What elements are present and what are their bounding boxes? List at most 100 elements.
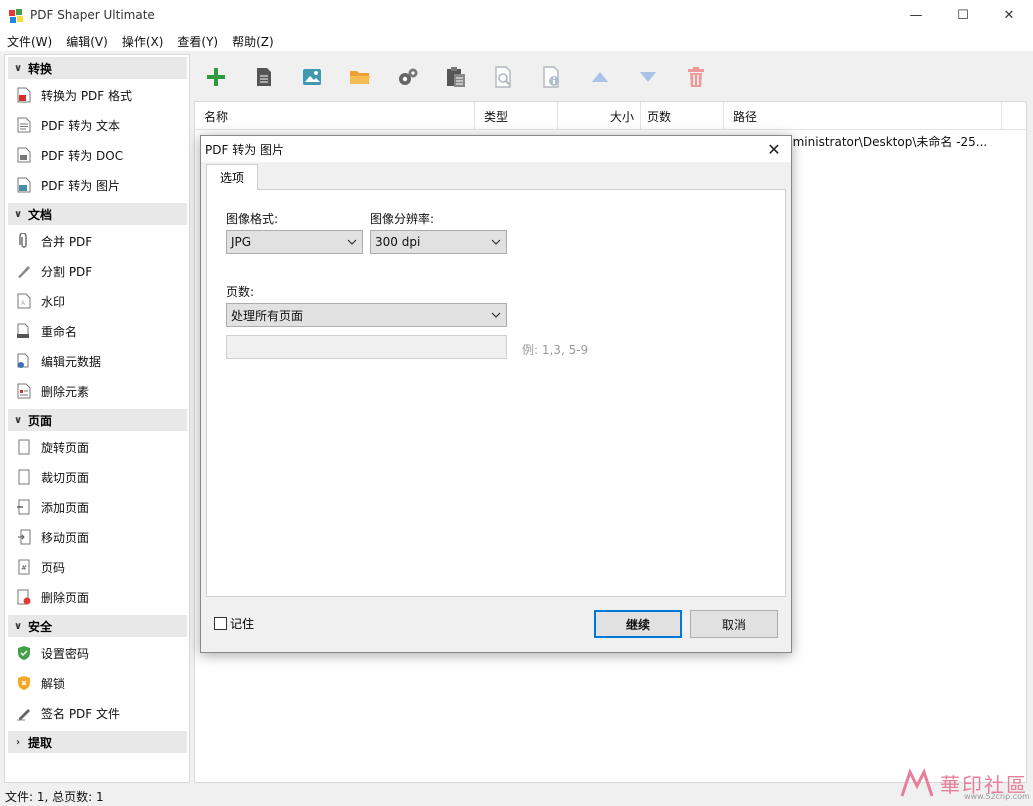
- section-document-header[interactable]: ∨ 文档: [8, 203, 187, 225]
- chevron-down-icon: [491, 239, 501, 245]
- image-button[interactable]: [299, 64, 325, 90]
- page-range-hint: 例: 1,3, 5-9: [522, 343, 589, 357]
- app-logo-icon: [9, 9, 23, 23]
- folder-icon: [350, 71, 370, 84]
- window-title: PDF Shaper Ultimate: [30, 8, 155, 22]
- sidebar-item-label: 编辑元数据: [41, 354, 102, 369]
- crop-page-icon: [15, 468, 33, 486]
- chevron-down-icon: ∨: [13, 620, 23, 632]
- section-extract-header[interactable]: › 提取: [8, 731, 187, 753]
- pages-select[interactable]: 处理所有页面: [226, 303, 507, 327]
- status-text: 文件: 1, 总页数: 1: [5, 790, 104, 804]
- close-button[interactable]: ✕: [986, 0, 1032, 31]
- delete-button[interactable]: [683, 64, 709, 90]
- sidebar-item-delete-elements[interactable]: 删除元素: [15, 379, 89, 403]
- sidebar-item-page-numbers[interactable]: # 页码: [15, 555, 65, 579]
- sidebar-item-split-pdf[interactable]: 分割 PDF: [15, 259, 92, 283]
- sidebar-item-label: 合并 PDF: [41, 234, 93, 249]
- sidebar-item-crop-pages[interactable]: 裁切页面: [15, 465, 89, 489]
- dialog-title-bar: PDF 转为 图片 ✕: [201, 136, 791, 162]
- maximize-button[interactable]: ☐: [940, 0, 986, 31]
- sidebar-item-label: 删除页面: [41, 590, 90, 605]
- rotate-page-icon: [15, 438, 33, 456]
- preview-icon: [495, 66, 511, 88]
- minimize-icon: —: [909, 8, 923, 23]
- sidebar-item-edit-metadata[interactable]: 编辑元数据: [15, 349, 101, 373]
- sidebar-item-rotate-pages[interactable]: 旋转页面: [15, 435, 89, 459]
- image-file-icon: [15, 176, 33, 194]
- section-security-header[interactable]: ∨ 安全: [8, 615, 187, 637]
- settings-button[interactable]: [395, 64, 421, 90]
- move-up-button[interactable]: [587, 64, 613, 90]
- sidebar-item-watermark[interactable]: A 水印: [15, 289, 65, 313]
- menu-view[interactable]: 查看(Y): [170, 31, 225, 51]
- dialog-close-button[interactable]: ✕: [763, 138, 785, 160]
- section-convert-header[interactable]: ∨ 转换: [8, 57, 187, 79]
- tab-options[interactable]: 选项: [206, 164, 258, 190]
- sidebar-item-pdf-to-doc[interactable]: PDF 转为 DOC: [15, 143, 123, 167]
- document-icon: [257, 68, 271, 86]
- section-label: 文档: [28, 207, 53, 222]
- delete-page-icon: [15, 588, 33, 606]
- sidebar-item-label: 裁切页面: [41, 470, 90, 485]
- move-down-icon: [640, 72, 656, 82]
- remember-checkbox[interactable]: 记住: [214, 615, 254, 632]
- sidebar-item-add-pages[interactable]: 添加页面: [15, 495, 89, 519]
- menu-edit[interactable]: 编辑(V): [59, 31, 115, 51]
- close-icon: ✕: [767, 139, 781, 159]
- column-header-path[interactable]: 路径: [724, 102, 1002, 130]
- move-down-button[interactable]: [635, 64, 661, 90]
- document-button[interactable]: [251, 64, 277, 90]
- sidebar-item-label: 移动页面: [41, 530, 90, 545]
- sidebar-item-pdf-to-image[interactable]: PDF 转为 图片: [15, 173, 120, 197]
- menu-file[interactable]: 文件(W): [0, 31, 59, 51]
- continue-button[interactable]: 继续: [594, 610, 682, 638]
- sidebar-item-label: 添加页面: [41, 500, 90, 515]
- chevron-down-icon: ∨: [13, 208, 23, 220]
- sidebar-item-convert-to-pdf[interactable]: 转换为 PDF 格式: [15, 83, 132, 107]
- page-range-input[interactable]: [226, 335, 507, 359]
- move-page-icon: [15, 528, 33, 546]
- image-format-value: JPG: [231, 235, 252, 249]
- sidebar-item-merge-pdf[interactable]: 合并 PDF: [15, 229, 92, 253]
- status-bar: 文件: 1, 总页数: 1: [0, 785, 1033, 806]
- minimize-button[interactable]: —: [893, 0, 939, 31]
- sidebar-item-set-password[interactable]: 设置密码: [15, 641, 89, 665]
- sidebar-item-pdf-to-text[interactable]: PDF 转为 文本: [15, 113, 120, 137]
- section-label: 页面: [28, 413, 53, 428]
- toolbar: [194, 58, 714, 96]
- sidebar-item-delete-pages[interactable]: 删除页面: [15, 585, 89, 609]
- sidebar-item-move-pages[interactable]: 移动页面: [15, 525, 89, 549]
- column-header-pages[interactable]: 页数: [641, 102, 724, 130]
- dialog-title: PDF 转为 图片: [205, 143, 285, 157]
- menu-help[interactable]: 帮助(Z): [225, 31, 281, 51]
- column-header-size[interactable]: 大小: [558, 102, 641, 130]
- cancel-button[interactable]: 取消: [690, 610, 778, 638]
- menu-action[interactable]: 操作(X): [115, 31, 171, 51]
- sidebar-item-unlock[interactable]: 解锁: [15, 671, 65, 695]
- image-resolution-value: 300 dpi: [375, 235, 421, 249]
- sidebar: ∨ 转换 转换为 PDF 格式 PDF 转为 文本 PDF 转为 DOC PDF…: [4, 54, 190, 783]
- delete-elements-icon: [15, 382, 33, 400]
- preview-button[interactable]: [491, 64, 517, 90]
- sidebar-item-label: 水印: [41, 294, 66, 309]
- open-folder-button[interactable]: [347, 64, 373, 90]
- add-button[interactable]: [203, 64, 229, 90]
- chevron-down-icon: ∨: [13, 414, 23, 426]
- sidebar-item-rename[interactable]: 重命名: [15, 319, 77, 343]
- svg-text:#: #: [21, 564, 27, 572]
- section-pages-header[interactable]: ∨ 页面: [8, 409, 187, 431]
- checkbox-box: [214, 617, 227, 630]
- section-label: 提取: [28, 735, 53, 750]
- sidebar-item-sign-pdf[interactable]: 签名 PDF 文件: [15, 701, 120, 725]
- options-panel: 图像格式: JPG 图像分辨率: 300 dpi 页数: 处理所有页面 例: 1…: [206, 189, 786, 597]
- sidebar-item-label: 旋转页面: [41, 440, 90, 455]
- image-resolution-select[interactable]: 300 dpi: [370, 230, 507, 254]
- image-format-select[interactable]: JPG: [226, 230, 363, 254]
- column-header-name[interactable]: 名称: [195, 102, 475, 130]
- site-watermark: 華印社區 www.52cnp.com: [900, 768, 1030, 801]
- clipboard-button[interactable]: [443, 64, 469, 90]
- column-header-type[interactable]: 类型: [475, 102, 558, 130]
- text-file-icon: [15, 116, 33, 134]
- info-button[interactable]: [539, 64, 565, 90]
